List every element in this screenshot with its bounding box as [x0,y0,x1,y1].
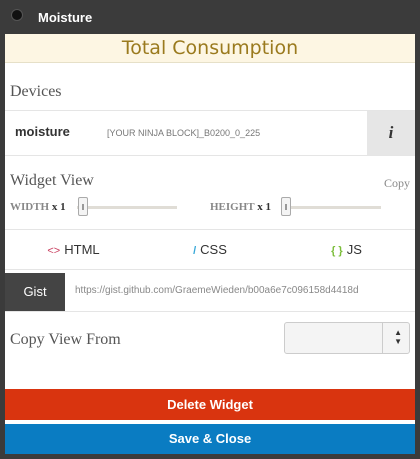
device-info-button[interactable]: i [367,111,415,155]
height-label-text: HEIGHT [210,201,255,213]
tab-html[interactable]: <> HTML [5,230,142,269]
save-close-button[interactable]: Save & Close [5,424,415,454]
copy-link[interactable]: Copy [384,176,410,191]
widget-status-icon [11,9,23,21]
delete-widget-button[interactable]: Delete Widget [5,389,415,420]
width-label-text: WIDTH [10,201,50,213]
select-arrows-icon: ▲ ▼ [394,328,402,346]
height-value: x 1 [257,201,271,213]
braces-icon: { } [331,245,343,257]
tab-css[interactable]: / CSS [142,230,278,269]
window-title: Moisture [38,10,93,25]
gist-button[interactable]: Gist [5,273,65,311]
gist-row: Gist https://gist.github.com/GraemeWiede… [5,273,415,312]
height-slider-track[interactable] [281,206,381,209]
tab-js-label: JS [346,242,362,257]
widget-header: Total Consumption [5,34,415,63]
devices-label: Devices [10,83,62,100]
widget-settings-panel: Total Consumption Devices moisture [YOUR… [5,34,415,454]
code-tabs: <> HTML / CSS { } JS [5,229,415,270]
width-slider-handle[interactable] [78,197,88,216]
width-label: WIDTH x 1 [10,201,66,213]
select-divider [382,323,383,353]
widget-view-label: Widget View [10,172,94,189]
gist-url[interactable]: https://gist.github.com/GraemeWieden/b00… [75,285,359,296]
device-name: moisture [15,124,70,139]
height-label: HEIGHT x 1 [210,201,271,213]
code-icon: <> [47,245,61,257]
device-row[interactable]: moisture [YOUR NINJA BLOCK]_B0200_0_225 … [5,110,415,156]
width-slider-track[interactable] [77,206,177,209]
copy-view-select[interactable]: ▲ ▼ [284,322,410,354]
width-value: x 1 [51,201,66,213]
widget-header-title: Total Consumption [121,37,299,59]
height-slider-handle[interactable] [281,197,291,216]
tab-js[interactable]: { } JS [278,230,415,269]
pencil-icon: / [193,245,197,257]
tab-css-label: CSS [200,242,227,257]
device-guid: [YOUR NINJA BLOCK]_B0200_0_225 [107,128,261,138]
copy-view-from-label: Copy View From [10,331,121,348]
window-titlebar: Moisture [0,0,420,34]
tab-html-label: HTML [64,242,100,257]
